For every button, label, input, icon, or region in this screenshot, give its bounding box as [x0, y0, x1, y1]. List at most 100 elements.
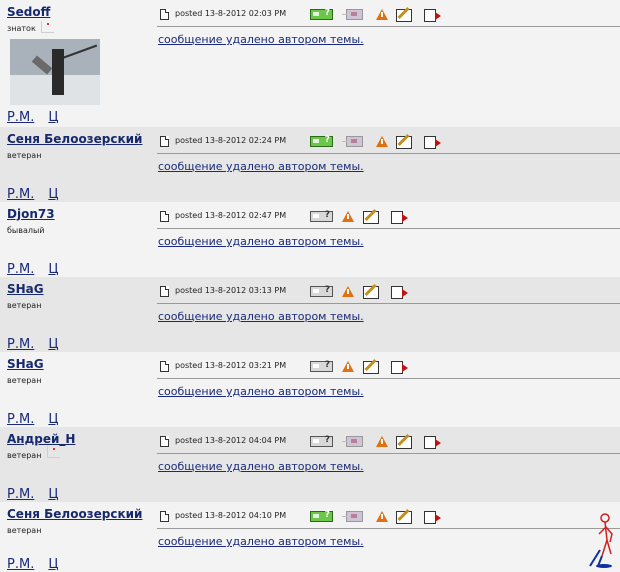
- post-message[interactable]: сообщение удалено автором темы.: [158, 385, 364, 398]
- author-rank: ветеран: [7, 526, 42, 535]
- report-icon[interactable]: [376, 436, 388, 447]
- post: SHaG ветеран Р.М. Цposted 13-8-2012 03:13 P…: [0, 277, 620, 352]
- quote-link[interactable]: Ц: [48, 412, 58, 427]
- post: Djon73 бывалый Р.М. Цposted 13-8-2012 02:47…: [0, 202, 620, 277]
- online-status-icon: [310, 510, 333, 522]
- post-message[interactable]: сообщение удалено автором темы.: [158, 310, 364, 323]
- pm-link[interactable]: Р.М.: [7, 187, 34, 202]
- pm-link[interactable]: Р.М.: [7, 557, 34, 572]
- edit-icon[interactable]: [396, 136, 412, 149]
- quote-link[interactable]: Ц: [48, 337, 58, 352]
- divider: [157, 303, 620, 304]
- pm-link[interactable]: Р.М.: [7, 337, 34, 352]
- offline-status-icon: [310, 285, 333, 297]
- report-icon[interactable]: [342, 286, 354, 297]
- report-icon[interactable]: [342, 361, 354, 372]
- divider: [157, 26, 620, 27]
- quote-icon[interactable]: [424, 436, 441, 449]
- post-message[interactable]: сообщение удалено автором темы.: [158, 460, 364, 473]
- avatar: [10, 39, 100, 105]
- edit-icon[interactable]: [363, 211, 379, 224]
- author-rank: ветеран: [7, 376, 42, 385]
- author-name[interactable]: Сеня Белоозерский: [7, 507, 142, 521]
- author-rank: ветеран: [7, 301, 42, 310]
- quote-link[interactable]: Ц: [48, 262, 58, 277]
- online-status-icon: [310, 135, 333, 147]
- offline-status-icon: [310, 210, 333, 222]
- private-message-icon[interactable]: [342, 136, 363, 147]
- private-message-icon[interactable]: [342, 436, 363, 447]
- post: SHaG ветеран Р.М. Цposted 13-8-2012 03:21 P…: [0, 352, 620, 427]
- quote-link[interactable]: Ц: [48, 557, 58, 572]
- post-links: Р.М. Ц: [7, 187, 58, 202]
- pm-link[interactable]: Р.М.: [7, 412, 34, 427]
- edit-icon[interactable]: [396, 511, 412, 524]
- post-date: posted 13-8-2012 04:04 PM: [175, 436, 287, 445]
- quote-link[interactable]: Ц: [48, 110, 58, 125]
- post-message[interactable]: сообщение удалено автором темы.: [158, 160, 364, 173]
- edit-icon[interactable]: [396, 436, 412, 449]
- post: Сеня Белоозерский ветеран Р.М. Цposted 13-8…: [0, 502, 620, 572]
- document-icon: [160, 136, 169, 147]
- post-date: posted 13-8-2012 02:47 PM: [175, 211, 287, 220]
- post-links: Р.М. Ц: [7, 487, 58, 502]
- post-date: posted 13-8-2012 02:03 PM: [175, 9, 287, 18]
- quote-icon[interactable]: [424, 511, 441, 524]
- quote-icon[interactable]: [391, 286, 408, 299]
- post: Андрей_Н ветеран Р.М. Цposted 13-8-2012 04:…: [0, 427, 620, 502]
- post-date: posted 13-8-2012 03:21 PM: [175, 361, 287, 370]
- author-name[interactable]: SHaG: [7, 357, 44, 371]
- author-name[interactable]: Андрей_Н: [7, 432, 75, 446]
- quote-link[interactable]: Ц: [48, 487, 58, 502]
- quote-link[interactable]: Ц: [48, 187, 58, 202]
- report-icon[interactable]: [376, 511, 388, 522]
- document-icon: [160, 211, 169, 222]
- post-links: Р.М. Ц: [7, 110, 58, 125]
- post-links: Р.М. Ц: [7, 337, 58, 352]
- author-rank: ветеран: [7, 451, 42, 460]
- report-icon[interactable]: [376, 136, 388, 147]
- post-links: Р.М. Ц: [7, 262, 58, 277]
- post-date: posted 13-8-2012 04:10 PM: [175, 511, 287, 520]
- post: Sedoff знаток Р.М. Цposted 13-8-2012 02:03 …: [0, 0, 620, 127]
- post-date: posted 13-8-2012 03:13 PM: [175, 286, 287, 295]
- quote-icon[interactable]: [391, 361, 408, 374]
- pm-link[interactable]: Р.М.: [7, 487, 34, 502]
- document-icon: [160, 361, 169, 372]
- edit-icon[interactable]: [396, 9, 412, 22]
- divider: [157, 228, 620, 229]
- private-message-icon[interactable]: [342, 511, 363, 522]
- pm-link[interactable]: Р.М.: [7, 262, 34, 277]
- author-name[interactable]: Сеня Белоозерский: [7, 132, 142, 146]
- edit-icon[interactable]: [363, 361, 379, 374]
- stick-figure-icon: [589, 513, 613, 568]
- offline-status-icon: [310, 435, 333, 447]
- author-rank: знаток: [7, 24, 36, 33]
- post: Сеня Белоозерский ветеран Р.М. Цposted 13-8…: [0, 127, 620, 202]
- author-name[interactable]: Djon73: [7, 207, 55, 221]
- private-message-icon[interactable]: [342, 9, 363, 20]
- divider: [157, 153, 620, 154]
- post-message[interactable]: сообщение удалено автором темы.: [158, 33, 364, 46]
- report-icon[interactable]: [376, 9, 388, 20]
- author-rank: ветеран: [7, 151, 42, 160]
- document-icon: [160, 286, 169, 297]
- rank-icon: [41, 21, 54, 33]
- quote-icon[interactable]: [424, 136, 441, 149]
- author-name[interactable]: Sedoff: [7, 5, 50, 19]
- pm-link[interactable]: Р.М.: [7, 110, 34, 125]
- document-icon: [160, 436, 169, 447]
- rank-icon: [47, 446, 60, 458]
- online-status-icon: [310, 8, 333, 20]
- quote-icon[interactable]: [391, 211, 408, 224]
- post-message[interactable]: сообщение удалено автором темы.: [158, 235, 364, 248]
- document-icon: [160, 9, 169, 20]
- divider: [157, 528, 620, 529]
- quote-icon[interactable]: [424, 9, 441, 22]
- author-name[interactable]: SHaG: [7, 282, 44, 296]
- report-icon[interactable]: [342, 211, 354, 222]
- post-date: posted 13-8-2012 02:24 PM: [175, 136, 287, 145]
- post-message[interactable]: сообщение удалено автором темы.: [158, 535, 364, 548]
- post-links: Р.М. Ц: [7, 557, 58, 572]
- edit-icon[interactable]: [363, 286, 379, 299]
